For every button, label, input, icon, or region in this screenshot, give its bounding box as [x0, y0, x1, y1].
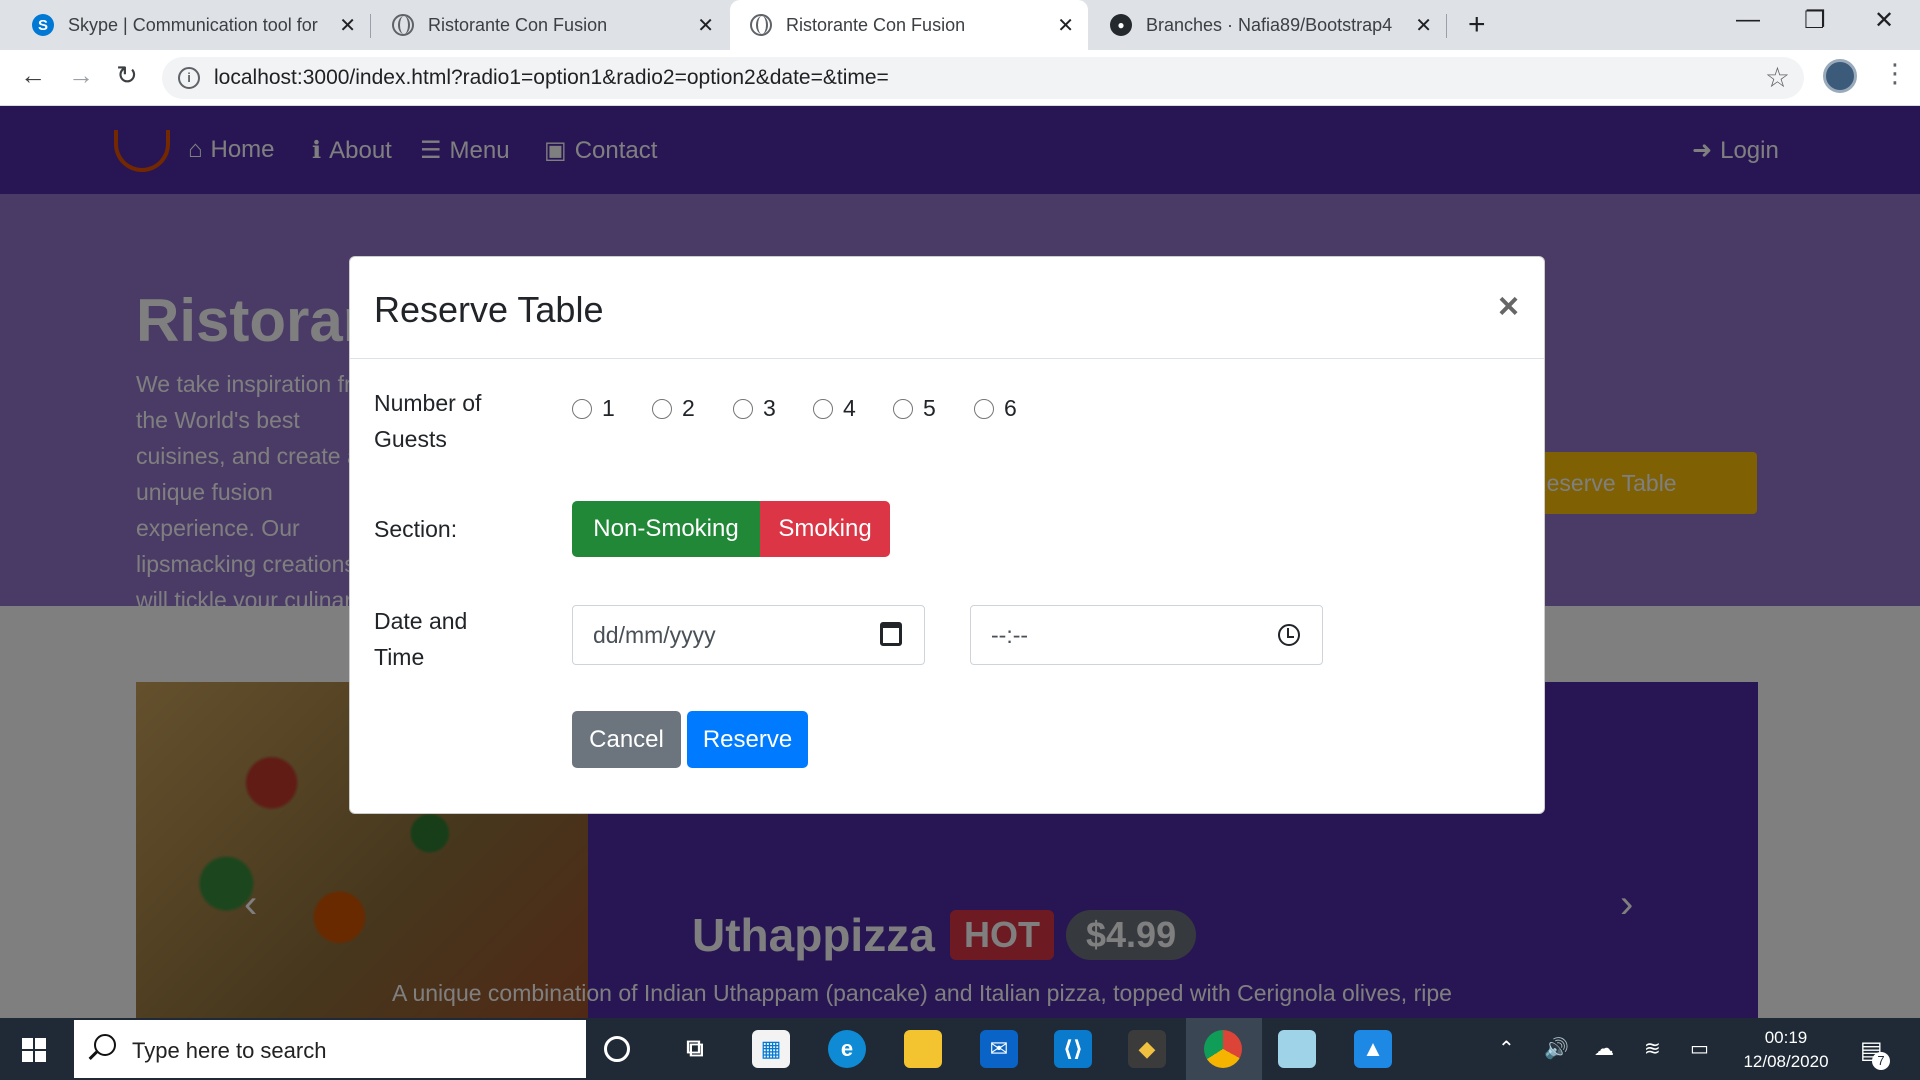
- file-explorer-icon[interactable]: [904, 1030, 942, 1068]
- skype-icon: S: [32, 14, 54, 36]
- mail-icon[interactable]: ✉: [980, 1030, 1018, 1068]
- tab-separator: [1446, 14, 1447, 38]
- browser-tab-github[interactable]: ● Branches · Nafia89/Bootstrap4 ✕: [1090, 0, 1446, 50]
- taskbar-search-placeholder: Type here to search: [132, 1038, 327, 1063]
- tab-separator: [370, 14, 371, 38]
- tab-title: Ristorante Con Fusion: [428, 14, 608, 35]
- browser-toolbar: ← → ↻ i localhost:3000/index.html?radio1…: [0, 50, 1920, 106]
- reload-icon[interactable]: ↻: [116, 60, 138, 91]
- taskbar-clock[interactable]: 00:19 12/08/2020: [1738, 1026, 1834, 1074]
- taskbar-search-box[interactable]: Type here to search: [74, 1020, 586, 1078]
- minimize-button[interactable]: —: [1736, 6, 1760, 34]
- tab-title: Branches · Nafia89/Bootstrap4: [1146, 14, 1393, 35]
- radio-circle[interactable]: [893, 398, 913, 419]
- guest-radio-1[interactable]: 1: [572, 395, 615, 422]
- modal-title: Reserve Table: [374, 289, 604, 330]
- radio-label: 3: [763, 395, 776, 421]
- cancel-button[interactable]: Cancel: [572, 711, 681, 768]
- modal-header: Reserve Table ×: [350, 257, 1544, 359]
- edge-icon[interactable]: e: [828, 1030, 866, 1068]
- restore-button[interactable]: ❐: [1804, 6, 1826, 35]
- radio-circle[interactable]: [974, 398, 994, 419]
- profile-avatar[interactable]: [1823, 59, 1857, 93]
- volume-icon[interactable]: 🔊: [1544, 1036, 1569, 1061]
- browser-tab-bar: S Skype | Communication tool for free ✕ …: [0, 0, 1920, 50]
- guest-radio-5[interactable]: 5: [893, 395, 936, 422]
- radio-circle[interactable]: [572, 398, 592, 419]
- notepad-icon[interactable]: [1278, 1030, 1316, 1068]
- radio-circle[interactable]: [733, 398, 753, 419]
- clock-icon[interactable]: [1278, 624, 1300, 646]
- browser-tab-ristorante-active[interactable]: Ristorante Con Fusion ✕: [730, 0, 1088, 50]
- radio-circle[interactable]: [652, 398, 672, 419]
- chrome-icon[interactable]: [1204, 1030, 1242, 1068]
- radio-label: 1: [602, 395, 615, 421]
- radio-label: 2: [682, 395, 695, 421]
- radio-circle[interactable]: [813, 398, 833, 419]
- close-tab-icon[interactable]: ✕: [1057, 13, 1074, 38]
- time-input[interactable]: --:--: [970, 605, 1323, 665]
- globe-icon: [750, 14, 772, 36]
- site-info-icon[interactable]: i: [178, 67, 200, 89]
- photos-icon[interactable]: ▲: [1354, 1030, 1392, 1068]
- forward-arrow-icon[interactable]: →: [68, 60, 94, 91]
- clock-time: 00:19: [1764, 1028, 1808, 1047]
- non-smoking-button[interactable]: Non-Smoking: [572, 501, 760, 557]
- windows-taskbar: Type here to search ⧉ ▦ e ✉ ⟨⟩ ◆ ▲ ⌃ 🔊 ☁…: [0, 1018, 1920, 1080]
- address-bar[interactable]: i localhost:3000/index.html?radio1=optio…: [162, 57, 1804, 99]
- radio-label: 6: [1004, 395, 1017, 421]
- wifi-icon[interactable]: ≋: [1644, 1036, 1661, 1061]
- time-placeholder: --:--: [991, 622, 1029, 648]
- url-text[interactable]: localhost:3000/index.html?radio1=option1…: [214, 66, 889, 90]
- onedrive-icon[interactable]: ☁: [1594, 1036, 1614, 1061]
- notification-count-badge: 7: [1872, 1052, 1890, 1070]
- search-icon: [94, 1034, 116, 1056]
- bookmark-star-icon[interactable]: ☆: [1765, 61, 1790, 94]
- browser-tab-ristorante-1[interactable]: Ristorante Con Fusion ✕: [372, 0, 728, 50]
- web-page: ⌂ Home ℹ About ☰ Menu ▣ Contact ➜ Login …: [0, 106, 1920, 1018]
- calendar-icon[interactable]: [880, 622, 902, 646]
- git-icon[interactable]: ◆: [1128, 1030, 1166, 1068]
- browser-tab-skype[interactable]: S Skype | Communication tool for free ✕: [12, 0, 370, 50]
- tab-title: Ristorante Con Fusion: [786, 14, 966, 35]
- close-tab-icon[interactable]: ✕: [339, 13, 356, 38]
- browser-menu-icon[interactable]: ⋮: [1882, 58, 1908, 89]
- date-placeholder: dd/mm/yyyy: [593, 622, 716, 648]
- radio-label: 5: [923, 395, 936, 421]
- smoking-button[interactable]: Smoking: [760, 501, 890, 557]
- microsoft-store-icon[interactable]: ▦: [752, 1030, 790, 1068]
- back-arrow-icon[interactable]: ←: [20, 60, 46, 91]
- vscode-icon[interactable]: ⟨⟩: [1054, 1030, 1092, 1068]
- guest-radio-3[interactable]: 3: [733, 395, 776, 422]
- new-tab-button[interactable]: +: [1468, 8, 1486, 42]
- close-tab-icon[interactable]: ✕: [697, 13, 714, 38]
- guest-radio-4[interactable]: 4: [813, 395, 856, 422]
- guests-label: Number of Guests: [374, 390, 482, 452]
- reserve-table-modal: Reserve Table × Number of Guests 1 2 3 4…: [349, 256, 1545, 814]
- windows-start-icon[interactable]: [22, 1038, 46, 1062]
- guest-radio-2[interactable]: 2: [652, 395, 695, 422]
- date-time-label: Date and Time: [374, 608, 468, 670]
- section-label: Section:: [374, 516, 458, 542]
- battery-icon[interactable]: ▭: [1690, 1036, 1709, 1061]
- close-window-button[interactable]: ✕: [1874, 6, 1894, 35]
- globe-icon: [392, 14, 414, 36]
- github-icon: ●: [1110, 14, 1132, 36]
- reserve-button[interactable]: Reserve: [687, 711, 808, 768]
- close-tab-icon[interactable]: ✕: [1415, 13, 1432, 38]
- modal-close-button[interactable]: ×: [1498, 285, 1519, 327]
- radio-label: 4: [843, 395, 856, 421]
- clock-date: 12/08/2020: [1743, 1052, 1829, 1071]
- guest-radio-6[interactable]: 6: [974, 395, 1017, 422]
- cortana-icon[interactable]: [604, 1036, 630, 1062]
- task-view-icon[interactable]: ⧉: [676, 1030, 714, 1068]
- date-input[interactable]: dd/mm/yyyy: [572, 605, 925, 665]
- show-hidden-icons-icon[interactable]: ⌃: [1498, 1036, 1515, 1061]
- tab-title: Skype | Communication tool for free: [68, 14, 322, 35]
